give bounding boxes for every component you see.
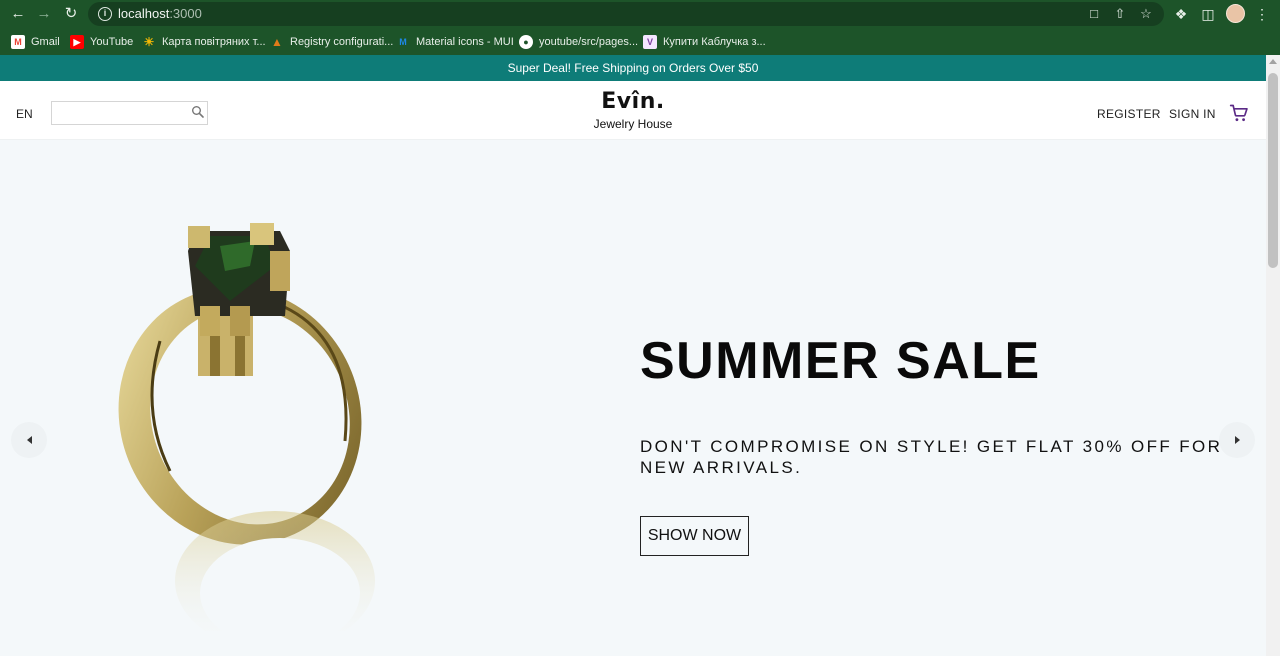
logo-name: Evîn. (601, 89, 665, 114)
scrollbar-thumb[interactable] (1268, 73, 1278, 268)
arrow-left-icon (27, 436, 32, 444)
slider-prev-button[interactable] (11, 422, 47, 458)
bookmark-gmail[interactable]: M Gmail (11, 33, 60, 50)
address-bar[interactable]: i localhost:3000 □ ⇧ ☆ (88, 2, 1164, 26)
language-label[interactable]: EN (16, 107, 33, 121)
bookmark-github[interactable]: ● youtube/src/pages... (519, 33, 638, 50)
mui-icon: M (399, 36, 407, 47)
search-input[interactable] (56, 104, 186, 122)
scroll-up-icon[interactable] (1269, 59, 1277, 64)
web-page: Super Deal! Free Shipping on Orders Over… (0, 55, 1266, 656)
show-now-button[interactable]: SHOW NOW (640, 516, 749, 556)
arrow-right-icon (1235, 436, 1240, 444)
url-text[interactable]: localhost:3000 (118, 6, 202, 21)
announcement-bar: Super Deal! Free Shipping on Orders Over… (0, 55, 1266, 81)
hero-slider: SUMMER SALE DON'T COMPROMISE ON STYLE! G… (0, 141, 1266, 656)
bookmarks-bar: M Gmail ▶ YouTube ☀ Карта повітряних т... ▲… (0, 28, 1280, 55)
gmail-icon: M (11, 34, 25, 49)
shop-icon: V (643, 34, 657, 49)
share-icon[interactable]: ⇧ (1112, 6, 1128, 22)
site-info-icon[interactable]: i (98, 7, 112, 21)
profile-avatar[interactable] (1226, 4, 1245, 23)
ring-image (118, 223, 375, 631)
sign-in-link[interactable]: SIGN IN (1169, 107, 1216, 121)
bookmark-mui[interactable]: M Material icons - MUI (396, 33, 514, 50)
forward-icon[interactable]: → (34, 4, 54, 24)
bookmark-youtube[interactable]: ▶ YouTube (70, 33, 133, 50)
logo-subtitle: Jewelry House (593, 117, 673, 131)
map-icon: ☀ (143, 34, 155, 49)
side-panel-icon[interactable]: ◫ (1198, 4, 1218, 24)
bookmark-shop[interactable]: V Купити Каблучка з... (643, 33, 766, 50)
registry-icon: ▲ (271, 34, 283, 49)
slide-title: SUMMER SALE (640, 332, 1041, 390)
youtube-icon: ▶ (70, 34, 84, 49)
search-icon[interactable] (191, 105, 205, 119)
shopping-cart-icon[interactable] (1229, 103, 1249, 123)
back-icon[interactable]: ← (8, 4, 28, 24)
translate-icon[interactable]: □ (1086, 6, 1102, 22)
reload-icon[interactable]: ↻ (61, 4, 81, 24)
register-link[interactable]: REGISTER (1097, 107, 1161, 121)
site-header: EN Evîn. Jewelry House REGISTER SIGN IN (0, 81, 1266, 140)
page-scrollbar[interactable] (1266, 55, 1280, 656)
extensions-icon[interactable]: ❖ (1171, 4, 1191, 24)
browser-toolbar: ← → ↻ i localhost:3000 □ ⇧ ☆ ❖ ◫ ⋮ (0, 0, 1280, 28)
bookmark-map[interactable]: ☀ Карта повітряних т... (142, 33, 266, 50)
brand-logo[interactable]: Evîn. Jewelry House (592, 90, 674, 132)
bookmark-registry[interactable]: ▲ Registry configurati... (270, 33, 393, 50)
slide-description: DON'T COMPROMISE ON STYLE! GET FLAT 30% … (640, 437, 1223, 477)
bookmark-star-icon[interactable]: ☆ (1138, 6, 1154, 22)
github-icon: ● (519, 34, 533, 49)
slider-next-button[interactable] (1219, 422, 1255, 458)
menu-kebab-icon[interactable]: ⋮ (1252, 4, 1272, 24)
search-box[interactable] (51, 101, 208, 125)
